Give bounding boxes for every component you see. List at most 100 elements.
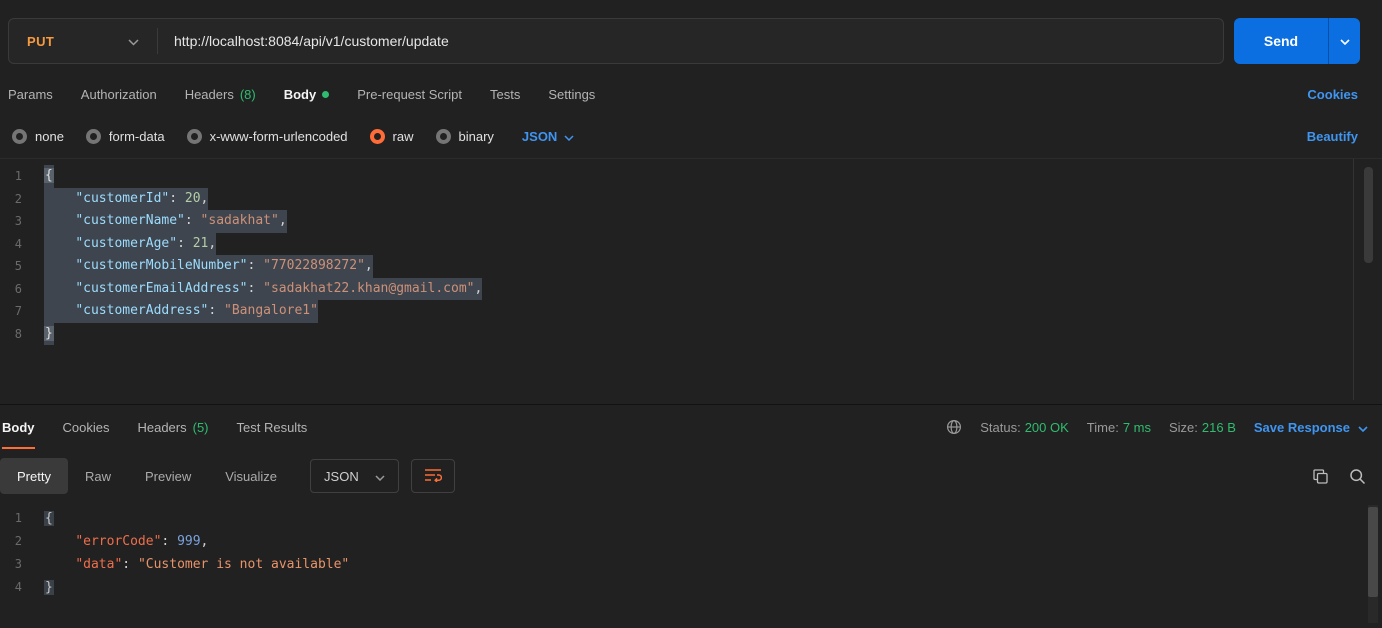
code-token: "sadakhat22.khan@gmail.com" — [263, 281, 474, 296]
code-line[interactable]: 1{ — [0, 165, 1382, 188]
code-text[interactable]: "customerName": "sadakhat", — [44, 210, 287, 233]
response-tab-cookies[interactable]: Cookies — [63, 405, 110, 449]
code-text[interactable]: "customerAge": 21, — [44, 233, 216, 256]
code-line[interactable]: 8} — [0, 323, 1382, 346]
view-raw-button[interactable]: Raw — [68, 458, 128, 494]
chevron-down-icon — [128, 34, 139, 49]
code-text[interactable]: } — [44, 323, 54, 346]
response-tab-test-results[interactable]: Test Results — [237, 405, 308, 449]
body-type-urlencoded[interactable]: x-www-form-urlencoded — [187, 129, 348, 144]
view-pretty-button[interactable]: Pretty — [0, 458, 68, 494]
url-input[interactable]: http://localhost:8084/api/v1/customer/up… — [158, 33, 449, 49]
response-language-select[interactable]: JSON — [310, 459, 399, 493]
view-visualize-button[interactable]: Visualize — [208, 458, 294, 494]
code-text[interactable]: { — [44, 507, 54, 530]
tab-label: Params — [8, 87, 53, 102]
response-tab-body[interactable]: Body — [2, 405, 35, 449]
chevron-down-icon — [1358, 420, 1368, 435]
radio-icon — [187, 129, 202, 144]
tab-body[interactable]: Body — [284, 87, 330, 102]
wrap-lines-button[interactable] — [411, 459, 455, 493]
code-line[interactable]: 4 "customerAge": 21, — [0, 233, 1382, 256]
code-token: : — [185, 213, 201, 228]
time-badge: Time:7 ms — [1087, 420, 1151, 435]
line-number: 1 — [0, 507, 44, 530]
save-response-button[interactable]: Save Response — [1254, 420, 1368, 435]
search-icon[interactable] — [1349, 468, 1366, 485]
body-type-raw[interactable]: raw — [370, 129, 414, 144]
radio-label: x-www-form-urlencoded — [210, 129, 348, 144]
size-badge: Size:216 B — [1169, 420, 1236, 435]
code-text[interactable]: "customerMobileNumber": "77022898272", — [44, 255, 373, 278]
tab-label: Body — [284, 87, 317, 102]
response-editor-lines: 1{2 "errorCode": 999,3 "data": "Customer… — [0, 507, 1382, 599]
code-token: "errorCode" — [75, 534, 161, 549]
line-number: 6 — [0, 278, 44, 301]
cookies-link[interactable]: Cookies — [1307, 87, 1358, 102]
beautify-link[interactable]: Beautify — [1307, 129, 1358, 144]
method-selector[interactable]: PUT — [9, 19, 157, 63]
code-line[interactable]: 6 "customerEmailAddress": "sadakhat22.kh… — [0, 278, 1382, 301]
code-token: : — [161, 534, 177, 549]
line-number: 2 — [0, 530, 44, 553]
request-url-row: PUT http://localhost:8084/api/v1/custome… — [0, 0, 1382, 74]
raw-language-select[interactable]: JSON — [522, 129, 574, 144]
radio-label: raw — [393, 129, 414, 144]
code-token: , — [201, 534, 209, 549]
copy-icon[interactable] — [1312, 468, 1329, 485]
tab-count: (8) — [240, 87, 256, 102]
code-text[interactable]: "errorCode": 999, — [44, 530, 208, 553]
code-line[interactable]: 3 "data": "Customer is not available" — [0, 553, 1382, 576]
code-text[interactable]: { — [44, 165, 54, 188]
code-text[interactable]: "customerId": 20, — [44, 188, 208, 211]
response-status-meta: Status:200 OK Time:7 ms Size:216 B Save … — [946, 419, 1368, 435]
code-token: 21 — [193, 236, 209, 251]
code-token: { — [44, 511, 54, 526]
line-number: 5 — [0, 255, 44, 278]
code-line[interactable]: 2 "customerId": 20, — [0, 188, 1382, 211]
code-line[interactable]: 1{ — [0, 507, 1382, 530]
scrollbar[interactable] — [1364, 167, 1373, 263]
chevron-down-icon — [564, 129, 574, 144]
code-text[interactable]: "customerAddress": "Bangalore1" — [44, 300, 318, 323]
code-token — [44, 281, 75, 296]
tab-settings[interactable]: Settings — [548, 87, 595, 102]
tab-label: Headers — [185, 87, 234, 102]
response-body-editor[interactable]: 1{2 "errorCode": 999,3 "data": "Customer… — [0, 507, 1382, 599]
body-type-none[interactable]: none — [12, 129, 64, 144]
code-line[interactable]: 5 "customerMobileNumber": "77022898272", — [0, 255, 1382, 278]
save-response-label: Save Response — [1254, 420, 1350, 435]
send-options-button[interactable] — [1328, 18, 1360, 64]
tab-headers[interactable]: Headers (8) — [185, 87, 256, 102]
globe-icon[interactable] — [946, 419, 962, 435]
request-input-container: PUT http://localhost:8084/api/v1/custome… — [8, 18, 1224, 64]
tab-pre-request-script[interactable]: Pre-request Script — [357, 87, 462, 102]
code-token: "Customer is not available" — [138, 557, 349, 572]
tab-params[interactable]: Params — [8, 87, 53, 102]
body-type-form-data[interactable]: form-data — [86, 129, 165, 144]
view-preview-button[interactable]: Preview — [128, 458, 208, 494]
tab-tests[interactable]: Tests — [490, 87, 520, 102]
request-body-editor[interactable]: 1{2 "customerId": 20,3 "customerName": "… — [0, 158, 1382, 404]
code-line[interactable]: 4} — [0, 576, 1382, 599]
code-line[interactable]: 3 "customerName": "sadakhat", — [0, 210, 1382, 233]
scrollbar[interactable] — [1368, 507, 1378, 597]
code-text[interactable]: } — [44, 576, 54, 599]
tab-label: Authorization — [81, 87, 157, 102]
code-token: : — [248, 281, 264, 296]
send-button[interactable]: Send — [1234, 18, 1328, 64]
code-line[interactable]: 7 "customerAddress": "Bangalore1" — [0, 300, 1382, 323]
body-type-binary[interactable]: binary — [436, 129, 494, 144]
code-token: "customerAge" — [75, 236, 177, 251]
line-number: 3 — [0, 210, 44, 233]
line-number: 4 — [0, 233, 44, 256]
view-label: Visualize — [225, 469, 277, 484]
code-token: "77022898272" — [263, 258, 365, 273]
code-text[interactable]: "customerEmailAddress": "sadakhat22.khan… — [44, 278, 482, 301]
response-tab-headers[interactable]: Headers(5) — [137, 405, 208, 449]
tab-authorization[interactable]: Authorization — [81, 87, 157, 102]
code-text[interactable]: "data": "Customer is not available" — [44, 553, 349, 576]
request-tabs: Params Authorization Headers (8) Body Pre… — [0, 74, 1382, 114]
time-value: 7 ms — [1123, 420, 1151, 435]
code-line[interactable]: 2 "errorCode": 999, — [0, 530, 1382, 553]
